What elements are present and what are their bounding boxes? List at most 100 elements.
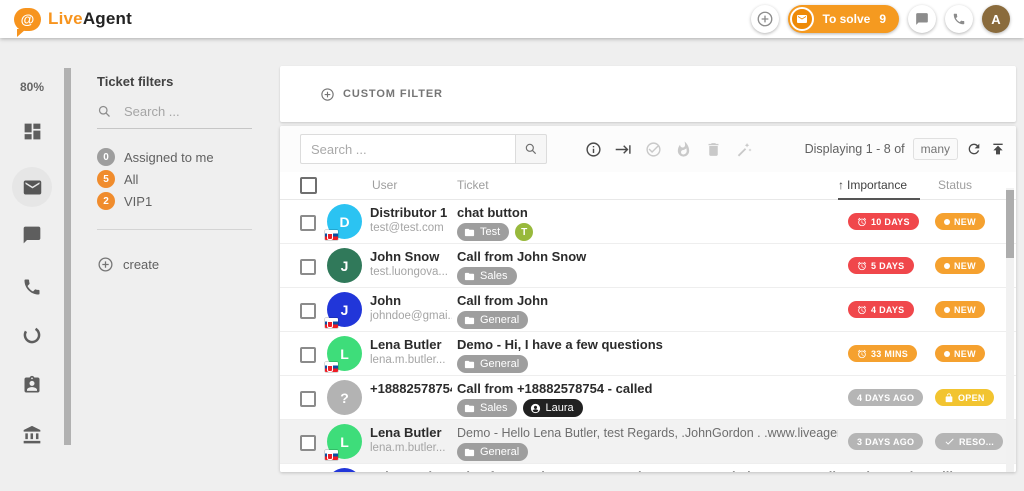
user-name[interactable]: John Snow: [370, 249, 452, 265]
row-checkbox[interactable]: [300, 391, 316, 407]
filter-item-label: Assigned to me: [124, 150, 214, 165]
sidebar-item-contacts[interactable]: [12, 365, 52, 405]
department-tag[interactable]: Sales: [457, 267, 517, 285]
calls-button[interactable]: [945, 5, 973, 33]
importance-badge: 33 MINS: [848, 345, 917, 362]
status-badge: OPEN: [935, 389, 994, 406]
refresh-icon: [966, 141, 982, 157]
department-tag[interactable]: Test: [457, 223, 509, 241]
status-badge: NEW: [935, 301, 985, 318]
to-solve-button[interactable]: To solve 9: [788, 5, 899, 33]
avatar-letter: J: [341, 302, 349, 318]
select-all-checkbox[interactable]: [300, 177, 317, 194]
user-name[interactable]: +18882578754: [370, 381, 452, 397]
page-size-box[interactable]: many: [913, 138, 958, 160]
filters-title: Ticket filters: [97, 74, 280, 89]
user-name[interactable]: JohnGordon H...: [370, 469, 452, 472]
avatar: L: [327, 336, 362, 371]
ticket-table-card: Displaying 1 - 8 of many User Ticket ↑Im…: [280, 126, 1016, 472]
envelope-icon: [790, 7, 814, 31]
agent-tag[interactable]: Laura: [523, 399, 583, 417]
sidebar-scrollbar[interactable]: [64, 68, 71, 445]
filters-search-input[interactable]: [122, 103, 241, 120]
sidebar-item-dashboard[interactable]: [12, 111, 52, 151]
user-avatar-button[interactable]: A: [982, 5, 1010, 33]
table-scrollbar-thumb[interactable]: [1006, 190, 1014, 258]
slovakia-flag-icon: [325, 362, 338, 372]
user-name[interactable]: Distributor 1: [370, 205, 452, 221]
export-button[interactable]: [990, 141, 1006, 157]
logo-wordmark: LiveAgent: [48, 9, 132, 29]
filter-count-badge: 5: [97, 170, 115, 188]
sidebar-item-chats[interactable]: [12, 215, 52, 255]
department-tag[interactable]: General: [457, 311, 528, 329]
ticket-tags: Sales Laura: [457, 399, 838, 417]
row-checkbox[interactable]: [300, 435, 316, 451]
dashboard-icon: [22, 121, 43, 142]
avatar-letter: D: [339, 214, 349, 230]
mass-action-button[interactable]: [735, 141, 752, 158]
resolve-button[interactable]: [645, 141, 662, 158]
user-name[interactable]: John: [370, 293, 452, 309]
user-name[interactable]: Lena Butler: [370, 425, 452, 441]
table-row[interactable]: D Distributor 1 test@test.com chat butto…: [280, 200, 1016, 244]
filter-list-item[interactable]: 2 VIP1: [97, 190, 280, 212]
create-filter-button[interactable]: create: [97, 256, 280, 273]
spam-button[interactable]: [675, 141, 692, 158]
table-row[interactable]: J JohnGordon H... Chat from Welcome to y…: [280, 464, 1016, 472]
ticket-tags: General: [457, 443, 838, 461]
bank-icon: [22, 425, 42, 445]
avatar: J: [327, 468, 362, 472]
department-tag[interactable]: General: [457, 443, 528, 461]
filter-item-label: VIP1: [124, 194, 152, 209]
avatar-letter: J: [341, 258, 349, 274]
avatar: J: [327, 248, 362, 283]
sidebar-item-company[interactable]: [12, 415, 52, 455]
filter-list-item[interactable]: 5 All: [97, 168, 280, 190]
column-header-importance[interactable]: ↑Importance: [838, 178, 907, 192]
ticket-search-button[interactable]: [515, 134, 547, 164]
table-row[interactable]: J John Snow test.luongova... Call from J…: [280, 244, 1016, 288]
sidebar-item-calls[interactable]: [12, 267, 52, 307]
transfer-button[interactable]: [615, 141, 632, 158]
refresh-button[interactable]: [966, 141, 982, 157]
chats-button[interactable]: [908, 5, 936, 33]
sidebar-item-tickets[interactable]: [12, 167, 52, 207]
row-checkbox[interactable]: [300, 215, 316, 231]
info-button[interactable]: [585, 141, 602, 158]
ticket-rows: D Distributor 1 test@test.com chat butto…: [280, 200, 1016, 472]
ticket-subject[interactable]: Call from +18882578754 - called: [457, 381, 838, 397]
status-badge: NEW: [935, 257, 985, 274]
ticket-subject[interactable]: Demo - Hello Lena Butler, test Regards, …: [457, 425, 838, 441]
table-row[interactable]: L Lena Butler lena.m.butler... Demo - Hi…: [280, 332, 1016, 376]
ticket-search-input[interactable]: [300, 134, 515, 164]
row-checkbox[interactable]: [300, 259, 316, 275]
table-row[interactable]: ? +18882578754 Call from +18882578754 - …: [280, 376, 1016, 420]
department-tag[interactable]: General: [457, 355, 528, 373]
tag-letter-badge[interactable]: T: [515, 223, 533, 241]
table-row[interactable]: J John johndoe@gmai... Call from John Ge…: [280, 288, 1016, 332]
user-name[interactable]: Lena Butler: [370, 337, 452, 353]
user-email: test.luongova...: [370, 265, 452, 280]
delete-button[interactable]: [705, 141, 722, 158]
slovakia-flag-icon: [325, 230, 338, 240]
department-tag[interactable]: Sales: [457, 399, 517, 417]
table-row[interactable]: L Lena Butler lena.m.butler... Demo - He…: [280, 420, 1016, 464]
status-badge: NEW: [935, 345, 985, 362]
sidebar-item-statuses[interactable]: [12, 315, 52, 355]
sort-arrow-icon: ↑: [838, 178, 844, 192]
ticket-subject[interactable]: chat button: [457, 205, 838, 221]
column-header-user: User: [372, 178, 397, 192]
custom-filter-button[interactable]: CUSTOM FILTER: [320, 87, 443, 102]
ticket-subject[interactable]: Demo - Hi, I have a few questions: [457, 337, 838, 353]
column-header-status[interactable]: Status: [938, 178, 972, 192]
magic-wand-icon: [735, 141, 752, 158]
ticket-subject[interactable]: Chat from Welcome to your LiveAgent Know…: [457, 469, 1008, 472]
row-checkbox[interactable]: [300, 347, 316, 363]
ticket-subject[interactable]: Call from John: [457, 293, 838, 309]
ticket-subject[interactable]: Call from John Snow: [457, 249, 838, 265]
row-checkbox[interactable]: [300, 303, 316, 319]
filter-list-item[interactable]: 0 Assigned to me: [97, 146, 280, 168]
slovakia-flag-icon: [325, 450, 338, 460]
add-button[interactable]: [751, 5, 779, 33]
